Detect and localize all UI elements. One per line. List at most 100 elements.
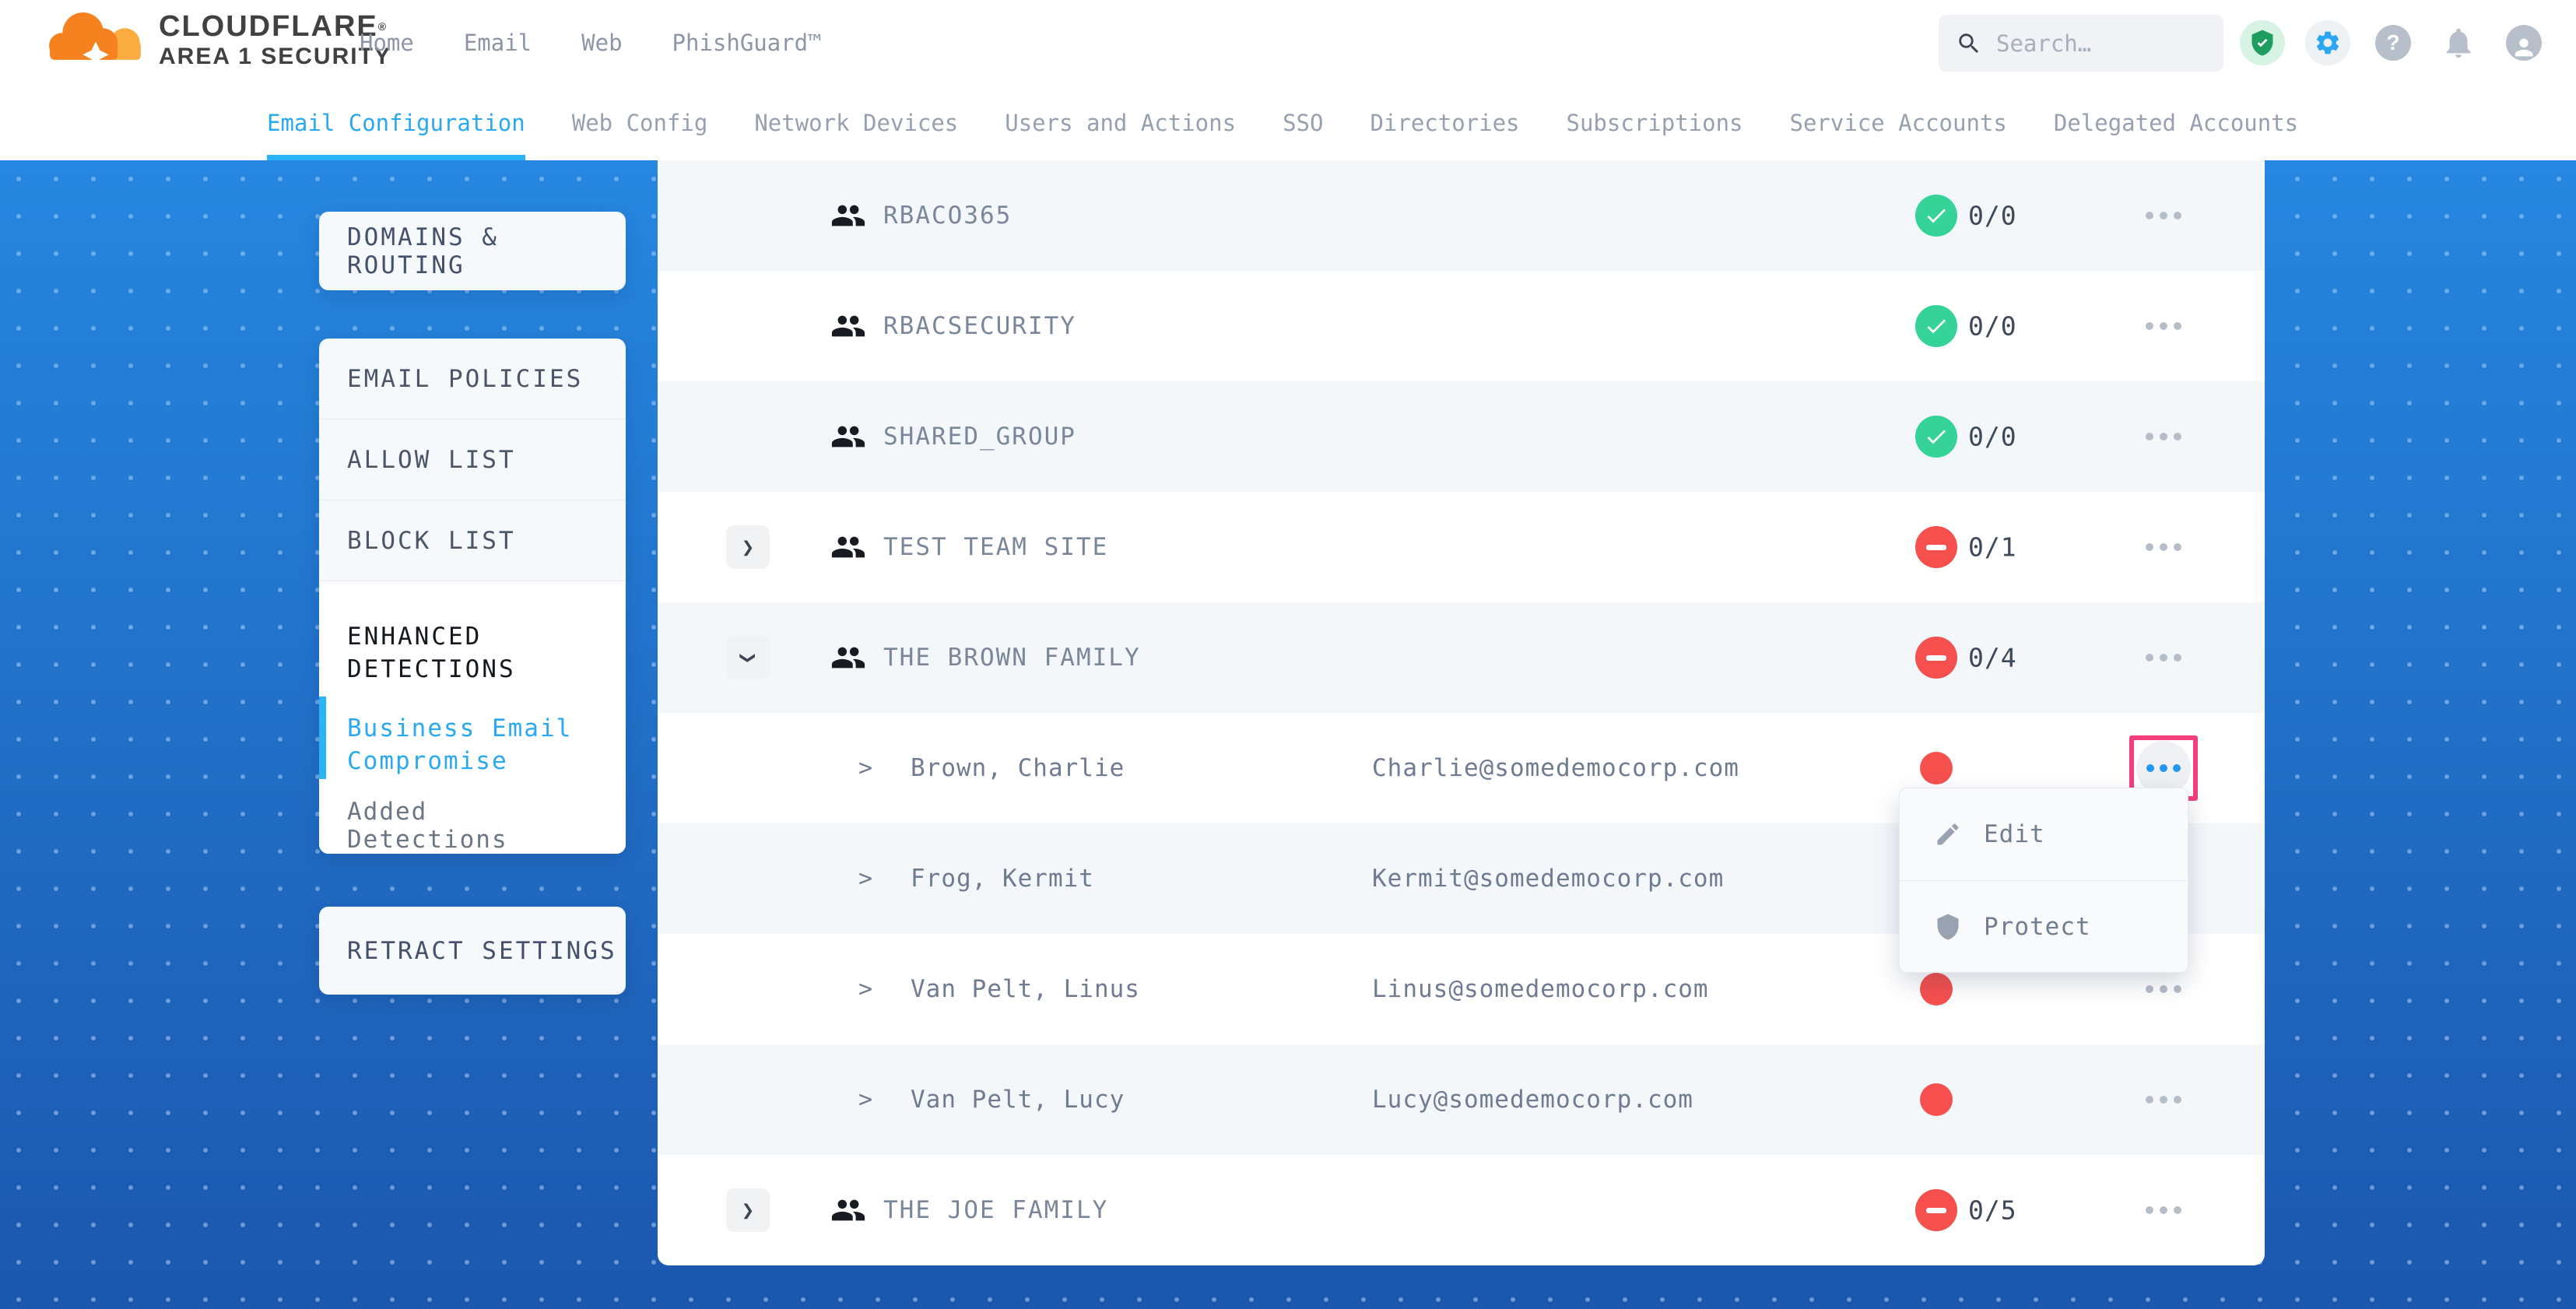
table-row: ❯ THE BROWN FAMILY 0/4: [658, 602, 2265, 713]
chevron-right-icon: ❯: [742, 535, 754, 560]
nav-email[interactable]: Email: [464, 30, 532, 56]
member-count: 0/1: [1968, 532, 2017, 563]
row-actions-button[interactable]: [2146, 212, 2181, 219]
search-icon: [1956, 30, 1982, 57]
member-count: 0/0: [1968, 422, 2017, 452]
pencil-icon: [1934, 820, 1962, 848]
sidebar-item-business-email-compromise[interactable]: Business Email Compromise: [347, 712, 573, 777]
sidebar-item-enhanced-detections[interactable]: ENHANCED DETECTIONS: [347, 620, 573, 686]
group-name: TEST TEAM SITE: [883, 533, 1108, 561]
table-row: ❯ TEST TEAM SITE 0/1: [658, 492, 2265, 602]
row-actions-button[interactable]: [2146, 654, 2181, 662]
chevron-right-icon[interactable]: >: [858, 865, 872, 893]
expand-button[interactable]: ❯: [726, 1188, 770, 1232]
group-name: RBACSECURITY: [883, 312, 1076, 340]
menu-item-label: Protect: [1984, 913, 2091, 941]
member-count: 0/0: [1968, 311, 2017, 342]
sidebar-card-domains-routing[interactable]: DOMAINS & ROUTING: [319, 212, 626, 290]
chevron-down-icon: ❯: [735, 651, 760, 664]
table-row: > Van Pelt, Lucy Lucy@somedemocorp.com: [658, 1044, 2265, 1155]
collapse-button[interactable]: ❯: [726, 636, 770, 679]
chevron-right-icon[interactable]: >: [858, 1086, 872, 1114]
member-name: Van Pelt, Lucy: [911, 1086, 1125, 1114]
member-count: 0/5: [1968, 1195, 2017, 1226]
row-actions-button[interactable]: [2146, 1096, 2181, 1104]
group-icon: [830, 529, 866, 565]
chevron-right-icon: ❯: [742, 1198, 754, 1223]
brand-text: CLOUDFLARE® AREA 1 SECURITY: [159, 10, 391, 71]
sidebar-item-domains-routing[interactable]: DOMAINS & ROUTING: [319, 212, 626, 290]
group-name: SHARED_GROUP: [883, 423, 1076, 451]
table-row: RBACSECURITY 0/0: [658, 271, 2265, 381]
groups-table: RBACO365 0/0 RBACSECURITY 0/0 SHARED_GRO…: [658, 160, 2265, 1265]
search-box[interactable]: [1939, 15, 2223, 72]
row-actions-button[interactable]: [2146, 433, 2181, 440]
tab-directories[interactable]: Directories: [1370, 86, 1519, 160]
expand-button[interactable]: ❯: [726, 525, 770, 569]
group-icon: [830, 1192, 866, 1228]
sidebar-card-retract-settings[interactable]: RETRACT SETTINGS: [319, 907, 626, 995]
page-background: DOMAINS & ROUTING EMAIL POLICIES ALLOW L…: [0, 160, 2576, 1309]
group-name: THE JOE FAMILY: [883, 1196, 1108, 1224]
row-actions-button[interactable]: [2146, 985, 2181, 993]
bell-icon[interactable]: [2436, 20, 2481, 65]
active-item-indicator: [319, 697, 326, 779]
tab-email-configuration[interactable]: Email Configuration: [267, 86, 525, 160]
tab-bar: Email Configuration Web Config Network D…: [0, 86, 2576, 160]
brand-name: CLOUDFLARE®: [159, 10, 391, 43]
user-icon[interactable]: [2501, 20, 2546, 65]
member-name: Brown, Charlie: [911, 754, 1125, 782]
row-context-menu: Edit Protect: [1899, 788, 2188, 973]
status-flagged-dot: [1920, 973, 1953, 1005]
chevron-right-icon[interactable]: >: [858, 755, 872, 782]
group-icon: [830, 640, 866, 676]
menu-item-edit[interactable]: Edit: [1900, 788, 2188, 880]
sidebar-item-block-list[interactable]: BLOCK LIST: [319, 500, 626, 581]
shield-icon: [1934, 913, 1962, 941]
nav-phishguard[interactable]: PhishGuard™: [672, 30, 822, 56]
status-blocked-icon: [1915, 637, 1957, 679]
sidebar-item-email-policies[interactable]: EMAIL POLICIES: [319, 339, 626, 419]
member-name: Frog, Kermit: [911, 865, 1094, 893]
top-bar: CLOUDFLARE® AREA 1 SECURITY Home Email W…: [0, 0, 2576, 86]
status-flagged-dot: [1920, 1083, 1953, 1116]
question-icon[interactable]: ?: [2371, 20, 2416, 65]
tab-web-config[interactable]: Web Config: [572, 86, 708, 160]
member-email: Lucy@somedemocorp.com: [1372, 1086, 1693, 1114]
row-actions-button[interactable]: [2146, 543, 2181, 551]
group-icon: [830, 419, 866, 454]
status-ok-icon: [1915, 416, 1957, 458]
group-icon: [830, 308, 866, 344]
nav-web[interactable]: Web: [581, 30, 622, 56]
sidebar-section-enhanced-detections: ENHANCED DETECTIONS Business Email Compr…: [319, 581, 626, 854]
table-row: ❯ THE JOE FAMILY 0/5: [658, 1155, 2265, 1265]
tab-users-and-actions[interactable]: Users and Actions: [1005, 86, 1236, 160]
sidebar-item-added-detections[interactable]: Added Detections: [347, 798, 602, 854]
tab-network-devices[interactable]: Network Devices: [754, 86, 958, 160]
member-name: Van Pelt, Linus: [911, 975, 1140, 1003]
status-blocked-icon: [1915, 1189, 1957, 1231]
shield-check-icon[interactable]: [2240, 20, 2285, 65]
row-actions-button[interactable]: [2146, 322, 2181, 330]
menu-item-protect[interactable]: Protect: [1900, 880, 2188, 972]
group-icon: [830, 198, 866, 233]
tab-service-accounts[interactable]: Service Accounts: [1790, 86, 2007, 160]
brand: CLOUDFLARE® AREA 1 SECURITY: [45, 6, 391, 75]
tab-sso[interactable]: SSO: [1283, 86, 1323, 160]
member-count: 0/0: [1968, 201, 2017, 231]
nav-home[interactable]: Home: [360, 30, 414, 56]
menu-item-label: Edit: [1984, 820, 2045, 848]
tab-delegated-accounts[interactable]: Delegated Accounts: [2054, 86, 2298, 160]
status-flagged-dot: [1920, 752, 1953, 784]
search-input[interactable]: [1996, 30, 2191, 57]
table-row: RBACO365 0/0: [658, 160, 2265, 271]
sidebar-item-allow-list[interactable]: ALLOW LIST: [319, 419, 626, 500]
status-ok-icon: [1915, 305, 1957, 347]
chevron-right-icon[interactable]: >: [858, 976, 872, 1003]
gear-icon[interactable]: [2305, 20, 2350, 65]
table-row: SHARED_GROUP 0/0: [658, 381, 2265, 492]
sidebar-item-retract-settings[interactable]: RETRACT SETTINGS: [319, 907, 626, 995]
tab-subscriptions[interactable]: Subscriptions: [1567, 86, 1743, 160]
row-actions-button[interactable]: [2146, 1206, 2181, 1214]
member-email: Charlie@somedemocorp.com: [1372, 754, 1739, 782]
